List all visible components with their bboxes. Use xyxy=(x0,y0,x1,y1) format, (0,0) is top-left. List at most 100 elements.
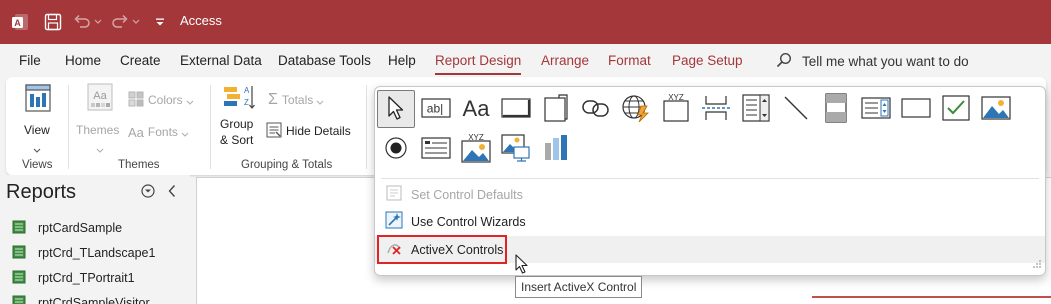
view-button[interactable]: View xyxy=(18,81,58,157)
nav-item-report[interactable]: rptCrdSampleVisitor xyxy=(12,294,150,304)
title-bar: A Access xyxy=(0,0,1051,44)
tab-arrange[interactable]: Arrange xyxy=(541,53,589,68)
navigation-control[interactable]: XYZ xyxy=(657,90,695,128)
navigation-control-icon: XYZ xyxy=(661,93,691,126)
tab-create[interactable]: Create xyxy=(120,53,161,68)
report-icon xyxy=(12,295,26,304)
use-wizards-label: Use Control Wizards xyxy=(411,214,526,229)
colors-button[interactable]: Colors xyxy=(128,91,194,109)
navigation-pane: Reports rptCardSample rptCrd_TLandscape1… xyxy=(0,175,190,304)
hyperlink-control[interactable] xyxy=(577,90,615,128)
svg-text:Aa: Aa xyxy=(93,90,107,102)
text-box-control[interactable]: ab| xyxy=(417,90,455,128)
themes-label: Themes xyxy=(76,123,120,137)
group-sort-label-line2: & Sort xyxy=(220,133,254,147)
tab-page-setup[interactable]: Page Setup xyxy=(672,53,743,68)
collapse-pane-icon[interactable] xyxy=(167,184,177,201)
nav-item-report[interactable]: rptCrd_TPortrait1 xyxy=(12,269,135,287)
window-title: Access xyxy=(180,13,222,28)
group-and-sort-button[interactable]: AZ Group & Sort xyxy=(218,81,260,157)
rectangle-control[interactable] xyxy=(897,90,935,128)
tab-report-design[interactable]: Report Design xyxy=(435,53,522,75)
tab-control[interactable] xyxy=(537,90,575,128)
set-control-defaults-item[interactable]: Set Control Defaults xyxy=(375,181,1045,208)
tab-home[interactable]: Home xyxy=(65,53,101,68)
combo-box-control[interactable] xyxy=(737,90,775,128)
tooltip: Insert ActiveX Control xyxy=(515,276,643,298)
option-button-control[interactable] xyxy=(377,130,415,168)
line-control[interactable] xyxy=(777,90,815,128)
group-divider xyxy=(210,85,211,169)
themes-button[interactable]: Aa Themes xyxy=(76,81,124,157)
nav-item-report[interactable]: rptCrd_TLandscape1 xyxy=(12,244,155,262)
nav-item-report[interactable]: rptCardSample xyxy=(12,219,122,237)
bound-object-frame-control[interactable] xyxy=(417,130,455,168)
svg-text:A: A xyxy=(14,18,21,28)
view-icon xyxy=(24,83,52,116)
tab-format[interactable]: Format xyxy=(608,53,651,68)
fonts-button[interactable]: Aa Fonts xyxy=(128,123,189,141)
redo-dropdown-icon[interactable] xyxy=(130,0,142,44)
nav-menu-dropdown-icon[interactable] xyxy=(141,184,155,201)
access-logo-icon[interactable]: A xyxy=(8,0,32,44)
label-control[interactable]: Aa xyxy=(457,90,495,128)
nav-item-label: rptCrd_TPortrait1 xyxy=(38,271,135,285)
image-control[interactable] xyxy=(977,90,1015,128)
label-icon: Aa xyxy=(462,96,490,121)
tell-me-label: Tell me what you want to do xyxy=(802,54,969,69)
undo-dropdown-icon[interactable] xyxy=(92,0,104,44)
totals-label: Totals xyxy=(281,93,314,107)
undo-icon[interactable] xyxy=(72,0,92,44)
report-icon xyxy=(12,220,26,237)
chevron-down-icon xyxy=(96,141,104,156)
subform-icon xyxy=(824,92,848,126)
hide-details-button[interactable]: Hide Details xyxy=(266,122,351,140)
mouse-cursor-icon xyxy=(515,254,529,277)
resize-grip-icon[interactable] xyxy=(1033,256,1041,271)
insert-chart-icon xyxy=(542,134,570,165)
bound-object-frame-icon xyxy=(421,136,451,162)
group-sort-icon: AZ xyxy=(223,83,255,116)
button-icon xyxy=(501,97,531,121)
highlight-box xyxy=(377,235,507,264)
unbound-object-frame-control[interactable] xyxy=(497,130,535,168)
web-browser-control[interactable] xyxy=(617,90,655,128)
check-box-control[interactable] xyxy=(937,90,975,128)
themes-group-label: Themes xyxy=(118,159,160,171)
select-pointer-control[interactable] xyxy=(377,90,415,128)
chevron-down-icon xyxy=(186,93,194,108)
report-icon xyxy=(12,270,26,287)
subform-control[interactable] xyxy=(817,90,855,128)
group-divider xyxy=(68,85,69,169)
grouping-group-label: Grouping & Totals xyxy=(241,159,333,171)
insert-chart-control[interactable] xyxy=(537,130,575,168)
tab-file[interactable]: File xyxy=(19,53,41,68)
tab-database-tools[interactable]: Database Tools xyxy=(278,53,371,68)
svg-text:Z: Z xyxy=(244,98,249,107)
use-control-wizards-item[interactable]: Use Control Wizards xyxy=(375,208,1045,235)
sigma-icon: Σ xyxy=(268,91,278,108)
unbound-object-frame-icon xyxy=(501,133,531,166)
image-icon xyxy=(981,95,1011,123)
list-box-control[interactable] xyxy=(857,90,895,128)
svg-text:XYZ: XYZ xyxy=(668,93,684,102)
hyperlink-globe-icon xyxy=(621,93,651,126)
chart-control[interactable]: XYZ xyxy=(457,130,495,168)
text-box-icon: ab| xyxy=(421,97,451,122)
button-control[interactable] xyxy=(497,90,535,128)
colors-icon xyxy=(128,91,144,110)
tab-external-data[interactable]: External Data xyxy=(180,53,262,68)
tab-help[interactable]: Help xyxy=(388,53,416,68)
svg-text:A: A xyxy=(244,86,250,95)
fonts-label: Fonts xyxy=(147,125,178,139)
wand-icon xyxy=(385,211,403,232)
totals-button[interactable]: Σ Totals xyxy=(268,91,324,109)
save-icon[interactable] xyxy=(42,0,64,44)
customize-qat-icon[interactable] xyxy=(152,0,168,44)
option-button-icon xyxy=(384,136,408,163)
redo-icon[interactable] xyxy=(110,0,130,44)
tab-control-icon xyxy=(543,93,569,126)
chevron-down-icon xyxy=(33,141,41,156)
tell-me-search[interactable]: Tell me what you want to do xyxy=(776,52,969,71)
page-break-control[interactable] xyxy=(697,90,735,128)
